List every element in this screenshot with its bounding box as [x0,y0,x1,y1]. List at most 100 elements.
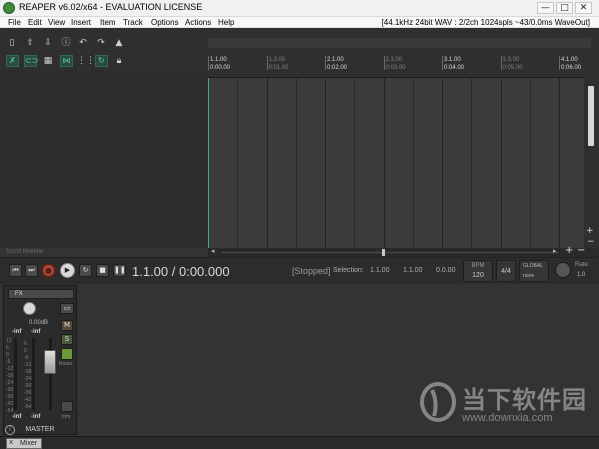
grid-line [325,78,326,248]
grid-line [413,78,414,248]
grid-line [471,78,472,248]
volume-fader-track[interactable] [49,338,52,410]
track-control-panel[interactable] [0,70,208,248]
close-button[interactable]: ✕ [575,2,592,14]
menu-view[interactable]: View [48,17,65,28]
record-button[interactable]: ● [41,263,56,278]
global-automation-box[interactable]: GLOBAL none [519,260,549,282]
menu-item[interactable]: Item [100,17,116,28]
ripple-edit-icon[interactable]: ✗ [6,55,19,67]
volume-fader-handle[interactable] [44,350,56,374]
snap-grid-icon[interactable]: ▦ [42,55,54,67]
fx-button[interactable]: FX [8,289,74,299]
crossfade-icon[interactable]: ⋈ [60,55,73,67]
grid-line [267,78,268,248]
grid-line [296,78,297,248]
menu-track[interactable]: Track [123,17,143,28]
volume-db-readout[interactable]: 0.00dB [29,320,48,326]
horizontal-zoom-out-icon[interactable]: − [577,245,585,256]
playrate-label: Rate: [575,262,590,268]
lock-icon[interactable]: 🔒︎ [113,55,125,67]
horizontal-scroll-track[interactable] [220,250,560,255]
ruler-time-label: 0:06.00 [561,65,582,71]
scroll-right-icon[interactable]: ▸ [553,247,557,255]
grid-line [442,78,443,248]
stop-button[interactable]: ■ [96,264,109,277]
transport-state: [Stopped] [292,266,331,276]
mute-button[interactable]: M [61,320,73,331]
horizontal-scroll-thumb[interactable] [382,249,385,256]
new-project-icon[interactable]: ▯ [6,37,18,49]
ruler-tick [500,56,502,70]
tempo-box[interactable]: BPM 120 [463,260,493,282]
redo-icon[interactable]: ↷ [95,37,107,49]
ruler-time-label: 0:05.00 [502,65,523,71]
bpm-value[interactable]: 120 [464,272,492,279]
undo-icon[interactable]: ↶ [77,37,89,49]
loop-icon[interactable]: ⊂⊃ [24,55,38,67]
menu-actions[interactable]: Actions [185,17,211,28]
solo-button[interactable]: S [61,334,73,345]
ruler-bar-label: 2.1.00 [327,57,344,63]
global-automation-label: GLOBAL [523,263,544,269]
ruler-tick [383,56,385,70]
metronome-icon[interactable]: ▲ [113,37,125,49]
vertical-zoom-out-icon[interactable]: − [587,237,595,247]
selection-start[interactable]: 1.1.00 [370,267,389,274]
menu-edit[interactable]: Edit [28,17,42,28]
pan-knob[interactable] [23,302,36,315]
auto-crossfade-icon[interactable]: ↻ [95,55,108,67]
arrange-view[interactable] [208,78,584,248]
close-tab-icon[interactable]: x [9,438,13,446]
audio-device-status[interactable]: [44.1kHz 24bit WAV : 2/2ch 1024spls ~43/… [382,17,590,28]
master-channel-strip: FX ▭ 0.00dB -inf -inf 12 6 0 -6 -12 -18 … [3,285,77,435]
routing-io-button[interactable]: ▭ [60,303,74,314]
reaper-logo-icon [3,2,15,14]
menu-options[interactable]: Options [151,17,179,28]
vertical-zoom-in-icon[interactable]: + [586,226,594,236]
grid-line [384,78,385,248]
maximize-button[interactable]: □ [556,2,573,14]
grid-line [237,78,238,248]
menu-help[interactable]: Help [218,17,234,28]
timeline-ruler[interactable]: 1.1.00 0:00.00 1.3.00 0:01.00 2.1.00 0:02.00 2… [208,56,591,78]
playrate-knob[interactable] [555,262,571,278]
peak-left-readout[interactable]: -inf [12,329,21,335]
project-settings-icon[interactable]: ⓘ [60,37,72,49]
selection-length[interactable]: 0.0.00 [436,267,455,274]
main-toolbar: ▯ ⇪ ⇩ ⓘ ↶ ↷ ▲ ✗ ⊂⊃ ▦ ⋈ ⋮⋮ ↻ 🔒︎ [0,28,208,70]
global-automation-mode[interactable]: none [523,273,534,279]
vertical-scroll-thumb[interactable] [588,86,594,146]
trim-button[interactable] [61,401,73,412]
mixer-info-icon[interactable]: i [5,425,15,435]
region-lane[interactable] [208,38,591,48]
transport-position[interactable]: 1.1.00 / 0:00.000 [132,264,230,279]
horizontal-zoom-in-icon[interactable]: + [565,245,573,256]
horizontal-scrollbar[interactable]: ◂ ▸ + − [208,245,599,257]
menu-insert[interactable]: Insert [71,17,91,28]
transport-bar: ⏮ ⏭ ● ▶ ↻ ■ ❚❚ 1.1.00 / 0:00.000 [Stoppe… [0,257,599,284]
repeat-button[interactable]: ↻ [79,264,92,277]
ruler-tick [208,56,209,70]
pause-button[interactable]: ❚❚ [113,264,126,277]
minimize-button[interactable]: — [537,2,554,14]
scroll-left-icon[interactable]: ◂ [211,247,215,255]
vertical-scrollbar[interactable]: + − [584,56,599,248]
go-to-start-button[interactable]: ⏮ [9,264,22,277]
time-signature-value[interactable]: 4/4 [497,268,515,275]
grid-lines-icon[interactable]: ⋮⋮ [77,55,95,67]
ruler-bar-label: 4.1.00 [561,57,578,63]
go-to-end-button[interactable]: ⏭ [25,264,38,277]
ruler-bar-label: 3.1.00 [444,57,461,63]
playrate-value[interactable]: 1.0 [577,272,585,278]
mixer-tab[interactable]: x Mixer [6,438,42,449]
menu-file[interactable]: File [8,17,21,28]
play-button[interactable]: ▶ [60,263,75,278]
selection-end[interactable]: 1.1.00 [403,267,422,274]
save-project-icon[interactable]: ⇩ [42,37,54,49]
open-project-icon[interactable]: ⇪ [24,37,36,49]
fx-bypass-icon[interactable] [61,348,73,360]
trim-label: trim [62,414,71,420]
time-signature-box[interactable]: 4/4 [496,260,516,282]
peak-right-readout[interactable]: -inf [31,329,40,335]
